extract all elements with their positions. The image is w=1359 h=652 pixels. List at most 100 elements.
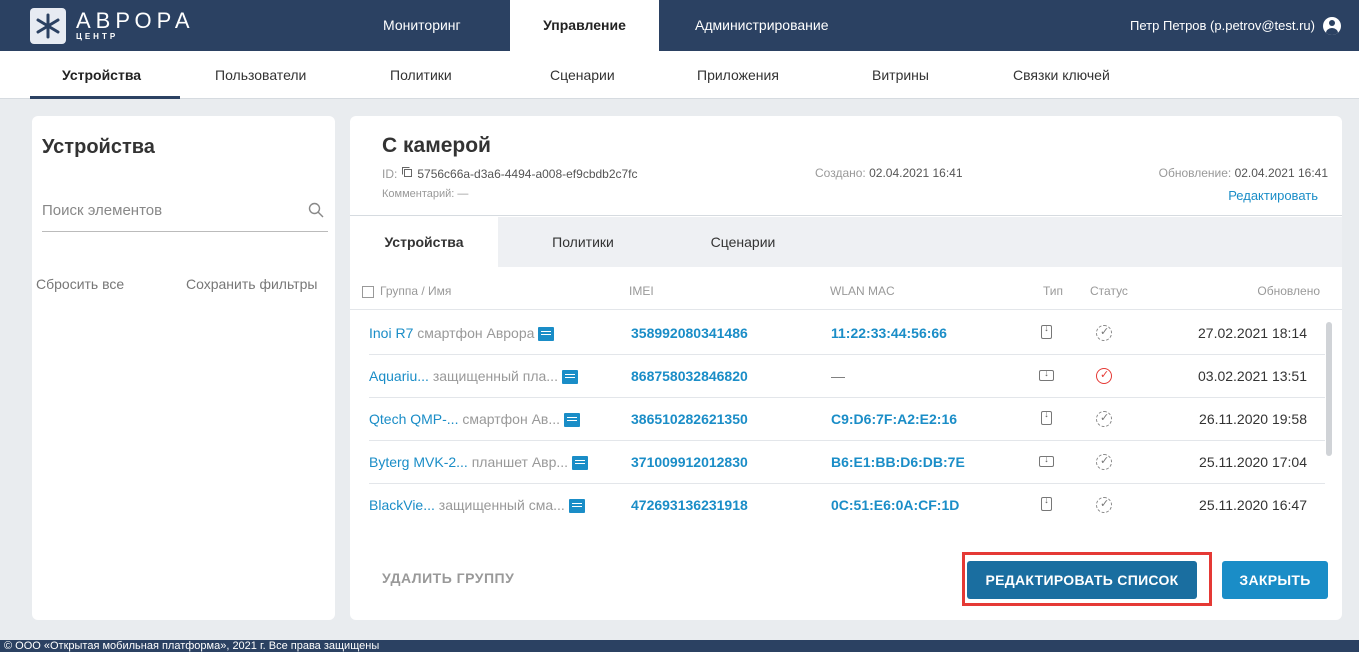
status-ok-icon xyxy=(1096,497,1112,516)
table-header: Группа / Имя IMEI WLAN MAC Тип Статус Об… xyxy=(350,276,1342,310)
device-cell: Aquariu... защищенный пла... xyxy=(369,368,578,385)
col-status[interactable]: Статус xyxy=(1090,284,1128,298)
comment-icon[interactable] xyxy=(538,327,555,342)
device-imei[interactable]: 371009912012830 xyxy=(631,454,748,470)
subnav-policies[interactable]: Политики xyxy=(390,67,452,83)
tab-scenarios[interactable]: Сценарии xyxy=(668,217,818,267)
status-ok-icon xyxy=(1096,325,1112,344)
device-mac[interactable]: 0C:51:E6:0A:CF:1D xyxy=(831,497,959,513)
comment-icon[interactable] xyxy=(561,370,578,385)
status-ok-icon xyxy=(1096,411,1112,430)
close-button[interactable]: ЗАКРЫТЬ xyxy=(1222,561,1328,599)
reset-filters-link[interactable]: Сбросить все xyxy=(36,276,124,292)
device-cell: Qtech QMP-... смартфон Ав... xyxy=(369,411,580,428)
device-cell: Byterg MVK-2... планшет Авр... xyxy=(369,454,588,471)
footer: © ООО «Открытая мобильная платформа», 20… xyxy=(0,640,1359,652)
copy-icon[interactable] xyxy=(401,166,413,181)
delete-group-button[interactable]: УДАЛИТЬ ГРУППУ xyxy=(382,570,514,586)
device-cell: BlackVie... защищенный сма... xyxy=(369,497,585,514)
device-updated: 25.11.2020 17:04 xyxy=(1199,454,1307,470)
device-name[interactable]: Byterg MVK-2... xyxy=(369,454,468,470)
group-id-label: ID: xyxy=(382,166,398,181)
device-mac[interactable]: B6:E1:BB:D6:DB:7E xyxy=(831,454,965,470)
device-imei[interactable]: 472693136231918 xyxy=(631,497,748,513)
group-comment: Комментарий: — xyxy=(382,188,469,200)
table-row[interactable]: BlackVie... защищенный сма... 4726931362… xyxy=(369,484,1325,526)
subnav-scenarios[interactable]: Сценарии xyxy=(550,67,615,83)
device-updated: 27.02.2021 18:14 xyxy=(1198,325,1307,341)
table-row[interactable]: Byterg MVK-2... планшет Авр... 371009912… xyxy=(369,441,1325,484)
active-subnav-indicator xyxy=(30,96,180,99)
group-details-panel: С камерой ID: 5756c66a-d3a6-4494-a008-ef… xyxy=(350,116,1342,620)
select-all-checkbox[interactable] xyxy=(362,285,374,298)
group-updated: Обновление: 02.04.2021 16:41 xyxy=(1159,166,1328,180)
col-mac[interactable]: WLAN MAC xyxy=(830,284,895,298)
device-name[interactable]: Qtech QMP-... xyxy=(369,411,458,427)
device-group: планшет Авр... xyxy=(471,454,569,470)
top-nav-management[interactable]: Управление xyxy=(510,0,659,51)
updated-value: 02.04.2021 16:41 xyxy=(1234,166,1328,180)
subnav-devices[interactable]: Устройства xyxy=(62,67,141,83)
created-value: 02.04.2021 16:41 xyxy=(869,166,963,180)
tab-policies[interactable]: Политики xyxy=(508,217,658,267)
device-mac[interactable]: 11:22:33:44:56:66 xyxy=(831,325,947,341)
device-imei[interactable]: 868758032846820 xyxy=(631,368,748,384)
comment-icon[interactable] xyxy=(568,499,585,514)
top-nav-monitoring[interactable]: Мониторинг xyxy=(383,0,461,51)
device-name[interactable]: Inoi R7 xyxy=(369,325,413,341)
group-id-value: 5756c66a-d3a6-4494-a008-ef9cbdb2c7fc xyxy=(417,166,638,181)
device-name[interactable]: BlackVie... xyxy=(369,497,435,513)
comment-icon[interactable] xyxy=(563,413,580,428)
search-icon[interactable] xyxy=(308,202,324,223)
subnav-applications[interactable]: Приложения xyxy=(697,67,779,83)
col-name: Группа / Имя xyxy=(362,284,451,298)
table-scrollbar[interactable] xyxy=(1326,322,1332,456)
phone-icon xyxy=(1041,323,1052,342)
user-name: Петр Петров (p.petrov@test.ru) xyxy=(1130,18,1315,33)
device-group: защищенный сма... xyxy=(438,497,565,513)
filter-panel: Устройства Поиск элементов Сбросить все … xyxy=(32,116,335,620)
table-row[interactable]: Inoi R7 смартфон Аврора 358992080341486 … xyxy=(369,312,1325,355)
edit-list-button[interactable]: РЕДАКТИРОВАТЬ СПИСОК xyxy=(967,561,1197,599)
device-imei[interactable]: 358992080341486 xyxy=(631,325,748,341)
subnav-showcases[interactable]: Витрины xyxy=(872,67,929,83)
tablet-icon xyxy=(1039,368,1054,384)
device-updated: 26.11.2020 19:58 xyxy=(1199,411,1307,427)
footer-copyright: © ООО «Открытая мобильная платформа», 20… xyxy=(4,640,380,652)
device-mac[interactable]: C9:D6:7F:A2:E2:16 xyxy=(831,411,957,427)
phone-icon xyxy=(1041,409,1052,428)
comment-icon[interactable] xyxy=(571,456,588,471)
logo[interactable]: АВРОРА ЦЕНТР xyxy=(30,8,195,44)
device-imei[interactable]: 386510282621350 xyxy=(631,411,748,427)
col-type[interactable]: Тип xyxy=(1043,284,1063,298)
device-updated: 25.11.2020 16:47 xyxy=(1199,497,1307,513)
col-updated[interactable]: Обновлено xyxy=(1257,284,1320,298)
col-imei[interactable]: IMEI xyxy=(629,284,654,298)
device-group: защищенный пла... xyxy=(432,368,558,384)
search-input[interactable]: Поиск элементов xyxy=(42,202,328,232)
device-cell: Inoi R7 смартфон Аврора xyxy=(369,325,555,342)
user-menu[interactable]: Петр Петров (p.petrov@test.ru) xyxy=(1130,0,1341,51)
logo-sub: ЦЕНТР xyxy=(76,32,119,41)
tab-devices[interactable]: Устройства xyxy=(350,217,498,267)
tablet-icon xyxy=(1039,454,1054,470)
account-icon xyxy=(1323,16,1341,35)
device-group: смартфон Аврора xyxy=(417,325,535,341)
subnav-users[interactable]: Пользователи xyxy=(215,67,306,83)
logo-name: АВРОРА xyxy=(76,8,195,33)
top-bar: АВРОРА ЦЕНТР Мониторинг Управление Админ… xyxy=(0,0,1359,51)
device-name[interactable]: Aquariu... xyxy=(369,368,429,384)
phone-icon xyxy=(1041,495,1052,514)
subnav-keychains[interactable]: Связки ключей xyxy=(1013,67,1110,83)
table-row[interactable]: Aquariu... защищенный пла... 86875803284… xyxy=(369,355,1325,398)
created-label: Создано: xyxy=(815,166,866,180)
device-updated: 03.02.2021 13:51 xyxy=(1198,368,1307,384)
save-filters-link[interactable]: Сохранить фильтры xyxy=(186,276,317,292)
status-error-icon xyxy=(1096,368,1112,387)
sub-nav: Устройства Пользователи Политики Сценари… xyxy=(0,51,1359,99)
aurora-logo-icon xyxy=(30,8,66,44)
table-row[interactable]: Qtech QMP-... смартфон Ав... 38651028262… xyxy=(369,398,1325,441)
group-id: ID: 5756c66a-d3a6-4494-a008-ef9cbdb2c7fc xyxy=(382,166,638,181)
top-nav-administration[interactable]: Администрирование xyxy=(695,0,829,51)
edit-group-link[interactable]: Редактировать xyxy=(1228,188,1318,203)
